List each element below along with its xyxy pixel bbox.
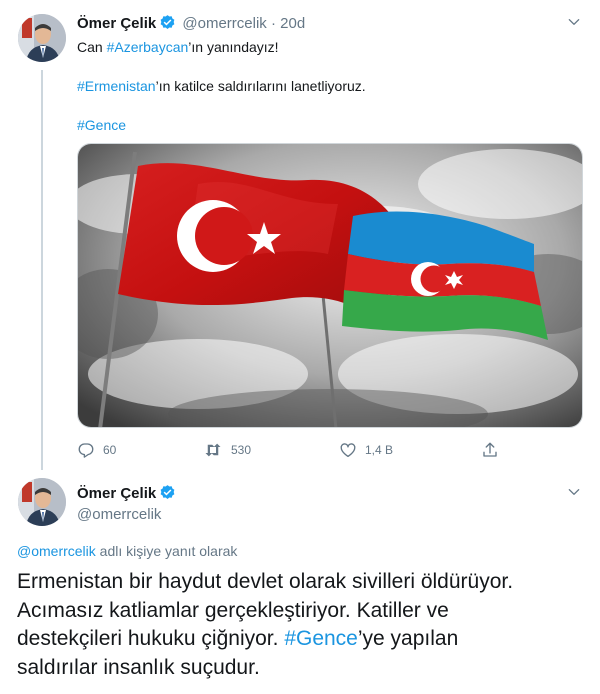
like-button[interactable]: 1,4 B (339, 438, 393, 462)
author-name[interactable]: Ömer Çelik (77, 485, 156, 502)
text-fragment: Can (77, 39, 107, 55)
tweet-text-line-1: Ermenistan bir haydut devlet olarak sivi… (17, 570, 514, 593)
retweet-button[interactable]: 530 (203, 438, 251, 462)
reply-button[interactable]: 60 (77, 438, 116, 462)
hashtag-link[interactable]: #Gence (77, 117, 126, 133)
share-button[interactable] (481, 438, 499, 462)
tweet-2: Ömer Çelik @omerrcelik @omerrcelik adlı … (0, 468, 600, 694)
heart-icon (339, 441, 357, 459)
mention-link[interactable]: @omerrcelik (17, 543, 96, 559)
avatar[interactable] (18, 478, 66, 526)
reply-context-text: adlı kişiye yanıt olarak (95, 543, 238, 559)
separator-dot: · (270, 15, 276, 32)
tweet-text-line-2: #Ermenistan’ın katilce saldırılarını lan… (77, 77, 366, 95)
tweet-media-image[interactable] (77, 143, 583, 428)
author-handle[interactable]: @omerrcelik (77, 505, 161, 525)
author-handle[interactable]: @omerrcelik (182, 15, 266, 32)
tweet-header: Ömer Çelik (77, 484, 178, 507)
retweet-icon (203, 441, 223, 459)
thread-line (41, 70, 43, 470)
tweet-actions: 60 530 1,4 B (77, 438, 507, 462)
tweet-text-line-2: Acımasız katliamlar gerçekleştiriyor. Ka… (17, 598, 449, 622)
timestamp[interactable]: 20d (280, 15, 305, 32)
hashtag-link[interactable]: #Gence (284, 627, 358, 650)
text-fragment: ’ye yapılan (357, 627, 459, 650)
share-icon (481, 441, 499, 459)
author-name[interactable]: Ömer Çelik (77, 15, 156, 32)
text-fragment: ’ın yanındayız! (188, 39, 279, 55)
hashtag-link[interactable]: #Azerbaycan (107, 39, 189, 55)
like-count: 1,4 B (365, 443, 394, 457)
tweet-text-line-1: Can #Azerbaycan’ın yanındayız! (77, 38, 279, 56)
tweet-text-line-4: saldırılar insanlık suçudur. (17, 655, 260, 679)
text-fragment: ’ın katilce saldırılarını lanetliyoruz. (155, 78, 366, 94)
verified-badge-icon (159, 484, 176, 507)
flags-photo-icon (78, 144, 582, 427)
reply-icon (77, 441, 95, 459)
hashtag-link[interactable]: #Ermenistan (77, 78, 156, 94)
chevron-down-icon[interactable] (566, 484, 582, 505)
tweet-text-line-3: destekçileri hukuku çiğniyor. #Gence’ye … (17, 625, 587, 654)
text-fragment: destekçileri hukuku çiğniyor. (17, 627, 285, 650)
reply-context: @omerrcelik adlı kişiye yanıt olarak (17, 542, 237, 560)
retweet-count: 530 (231, 443, 252, 457)
reply-count: 60 (103, 443, 117, 457)
tweet-text: Ermenistan bir haydut devlet olarak sivi… (17, 568, 587, 682)
chevron-down-icon[interactable] (566, 14, 582, 35)
verified-badge-icon (159, 14, 176, 37)
avatar[interactable] (18, 14, 66, 62)
tweet-1: Ömer Çelik @omerrcelik · 20d Can #Azerba… (0, 0, 600, 470)
tweet-text-line-3: #Gence (77, 116, 126, 134)
tweet-header: Ömer Çelik @omerrcelik · 20d (77, 14, 305, 34)
